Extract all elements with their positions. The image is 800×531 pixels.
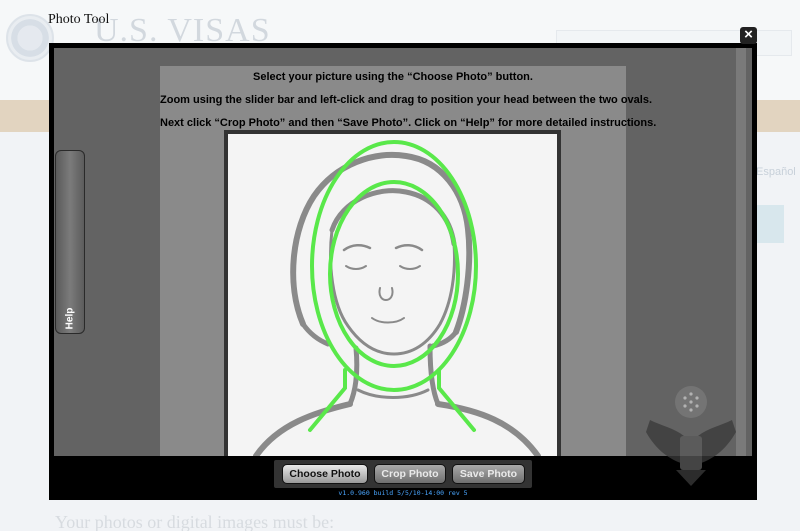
version-label: v1.0.960 build 5/5/10-14:00 rev 5 [338, 489, 468, 497]
photo-preview[interactable] [228, 134, 557, 456]
close-button[interactable]: × [740, 27, 757, 44]
dialog-title: Photo Tool [48, 12, 110, 27]
instruction-line-1: Select your picture using the “Choose Ph… [253, 71, 533, 83]
photo-canvas[interactable] [224, 130, 561, 456]
crop-photo-button[interactable]: Crop Photo [374, 464, 446, 484]
work-area: Select your picture using the “Choose Ph… [160, 66, 657, 456]
instruction-line-3: Next click “Crop Photo” and then “Save P… [160, 117, 657, 129]
help-tab-label: Help [64, 307, 76, 330]
eagle-seal-icon [646, 386, 736, 486]
choose-photo-button[interactable]: Choose Photo [282, 464, 368, 484]
photo-toolbar: Choose Photo Crop Photo Save Photo [274, 460, 532, 488]
help-tab[interactable]: Help [55, 150, 85, 334]
placeholder-face-sketch [253, 140, 541, 456]
save-photo-button[interactable]: Save Photo [452, 464, 525, 484]
instruction-line-2: Zoom using the slider bar and left-click… [160, 94, 653, 106]
